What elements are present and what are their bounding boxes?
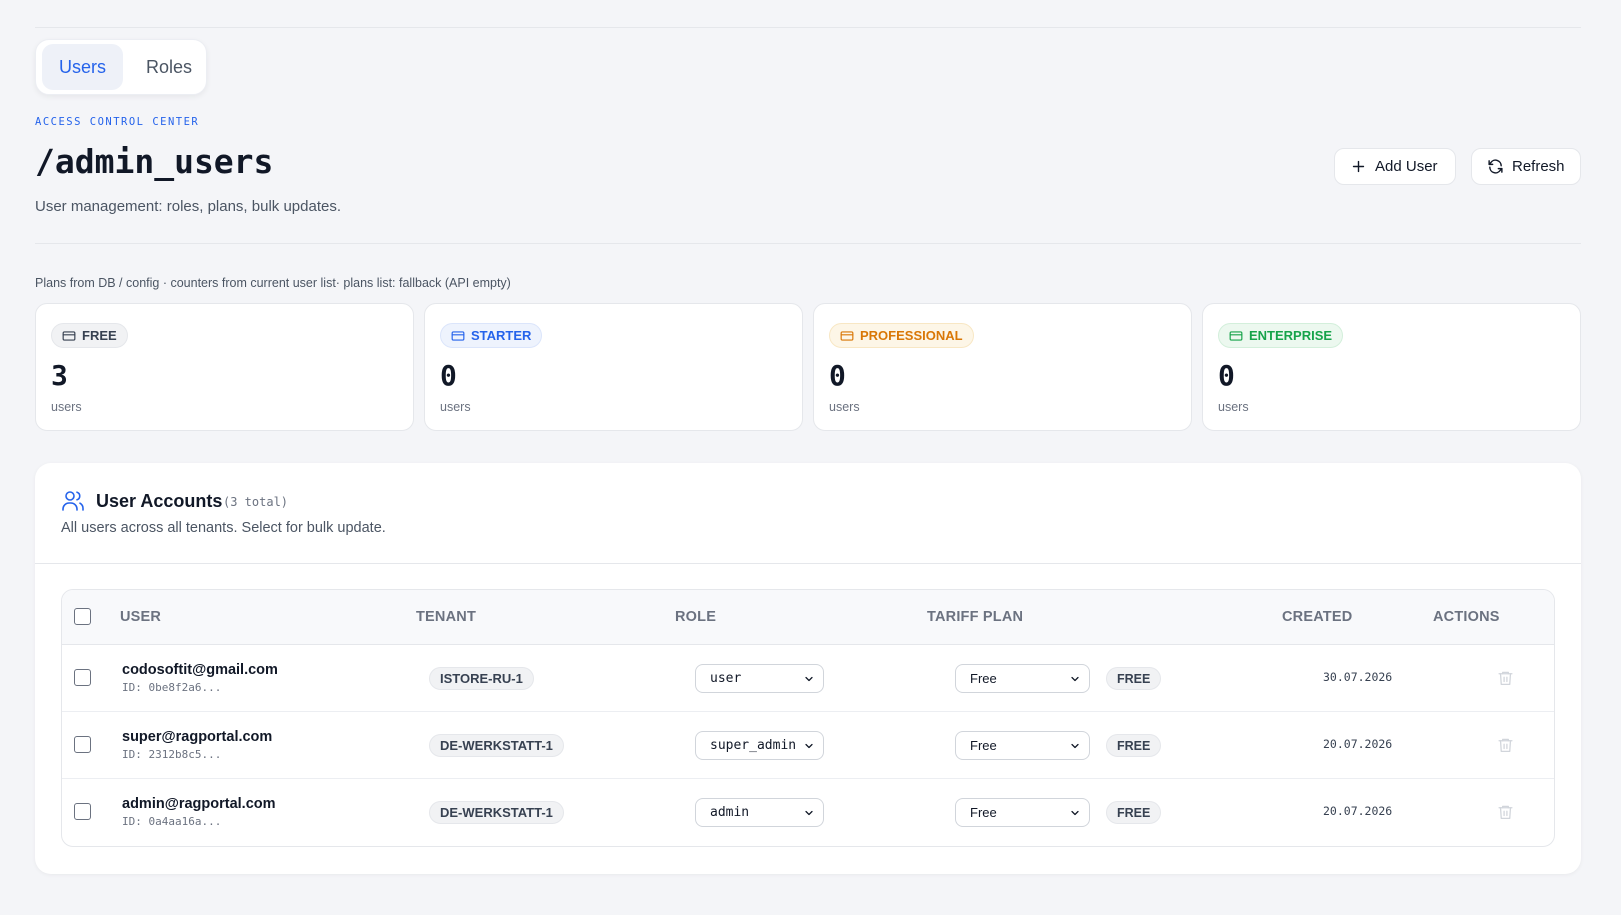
column-role[interactable]: ROLE [675,609,716,625]
chevron-down-icon [805,810,813,816]
refresh-button[interactable]: Refresh [1471,148,1581,185]
plan-name: STARTER [471,328,532,343]
role-select[interactable]: user [695,664,824,693]
page-eyebrow: ACCESS CONTROL CENTER [35,116,200,128]
plan-unit-label: users [440,400,471,414]
tariff-plan-select[interactable]: Free [955,798,1090,827]
user-accounts-count: (3 total) [223,495,289,509]
plan-name: FREE [82,328,117,343]
panel-divider [35,563,1581,564]
user-id: ID: 2312b8c5... [122,748,222,761]
plan-badge: STARTER [440,323,543,348]
plan-card-professional: PROFESSIONAL 0 users [813,303,1192,431]
role-select[interactable]: admin [695,798,824,827]
trash-icon[interactable] [1497,736,1514,754]
users-table: USER TENANT ROLE TARIFF PLAN CREATED ACT… [61,589,1555,847]
users-icon [62,491,84,511]
add-user-label: Add User [1375,158,1438,175]
user-email: codosoftit@gmail.com [122,662,278,678]
plan-badge: FREE [1106,734,1162,757]
plan-badge: FREE [51,323,128,348]
column-created[interactable]: CREATED [1282,609,1352,625]
table-header: USER TENANT ROLE TARIFF PLAN CREATED ACT… [62,590,1554,645]
row-checkbox[interactable] [74,803,91,820]
plan-name: PROFESSIONAL [860,328,963,343]
plan-select-value: Free [970,671,997,686]
plan-unit-label: users [51,400,82,414]
tab-users[interactable]: Users [42,44,124,90]
plan-unit-label: users [1218,400,1249,414]
created-date: 20.07.2026 [1323,737,1393,751]
plus-icon [1352,160,1365,173]
user-id: ID: 0a4aa16a... [122,815,222,828]
plans-note: Plans from DB / config · counters from c… [35,276,511,290]
trash-icon[interactable] [1497,803,1514,821]
plan-name: ENTERPRISE [1249,328,1333,343]
header-divider [35,243,1581,244]
plan-user-count: 0 [829,359,846,392]
column-user[interactable]: USER [120,609,161,625]
column-actions: ACTIONS [1433,609,1500,625]
user-accounts-title: User Accounts [96,491,223,511]
chevron-down-icon [1071,810,1079,816]
created-date: 20.07.2026 [1323,804,1393,818]
table-row[interactable]: super@ragportal.com ID: 2312b8c5... DE-WER… [62,712,1554,779]
user-email: admin@ragportal.com [122,796,276,812]
chevron-down-icon [805,743,813,749]
tenant-badge: DE-WERKSTATT-1 [429,801,564,824]
column-tenant[interactable]: TENANT [416,609,476,625]
tenant-badge: DE-WERKSTATT-1 [429,734,564,757]
user-email: super@ragportal.com [122,729,273,745]
row-checkbox[interactable] [74,736,91,753]
created-date: 30.07.2026 [1323,670,1393,684]
user-accounts-panel: User Accounts (3 total) All users across… [35,463,1581,874]
plan-select-value: Free [970,738,997,753]
refresh-label: Refresh [1512,158,1565,175]
plan-card-free: FREE 3 users [35,303,414,431]
tariff-plan-select[interactable]: Free [955,731,1090,760]
table-row[interactable]: admin@ragportal.com ID: 0a4aa16a... DE-WER… [62,779,1554,846]
chevron-down-icon [1071,743,1079,749]
page-subtitle: User management: roles, plans, bulk upda… [35,198,341,215]
credit-card-icon [62,330,76,341]
credit-card-icon [1229,330,1243,341]
plan-badge: ENTERPRISE [1218,323,1344,348]
tab-roles[interactable]: Roles [129,44,209,90]
add-user-button[interactable]: Add User [1334,148,1456,185]
page-title: /admin_users [35,142,274,181]
tab-bar: Users Roles [35,39,207,95]
plan-badge: FREE [1106,801,1162,824]
chevron-down-icon [805,676,813,682]
credit-card-icon [840,330,854,341]
plan-unit-label: users [829,400,860,414]
user-id: ID: 0be8f2a6... [122,681,222,694]
tariff-plan-select[interactable]: Free [955,664,1090,693]
plan-badge: FREE [1106,667,1162,690]
role-select-value: admin [710,805,750,820]
plan-card-enterprise: ENTERPRISE 0 users [1202,303,1581,431]
plan-card-starter: STARTER 0 users [424,303,803,431]
role-select-value: user [710,671,742,686]
plan-badge: PROFESSIONAL [829,323,974,348]
plan-user-count: 3 [51,359,68,392]
credit-card-icon [451,330,465,341]
select-all-checkbox[interactable] [74,608,91,625]
role-select-value: super_admin [710,738,797,753]
plan-user-count: 0 [440,359,457,392]
table-row[interactable]: codosoftit@gmail.com ID: 0be8f2a6... ISTOR… [62,645,1554,712]
column-tariff-plan[interactable]: TARIFF PLAN [927,609,1023,625]
plan-select-value: Free [970,805,997,820]
trash-icon[interactable] [1497,669,1514,687]
role-select[interactable]: super_admin [695,731,824,760]
refresh-icon [1488,159,1503,174]
tenant-badge: ISTORE-RU-1 [429,667,534,690]
row-checkbox[interactable] [74,669,91,686]
user-accounts-description: All users across all tenants. Select for… [61,520,386,536]
plan-user-count: 0 [1218,359,1235,392]
chevron-down-icon [1071,676,1079,682]
top-divider [35,27,1581,28]
